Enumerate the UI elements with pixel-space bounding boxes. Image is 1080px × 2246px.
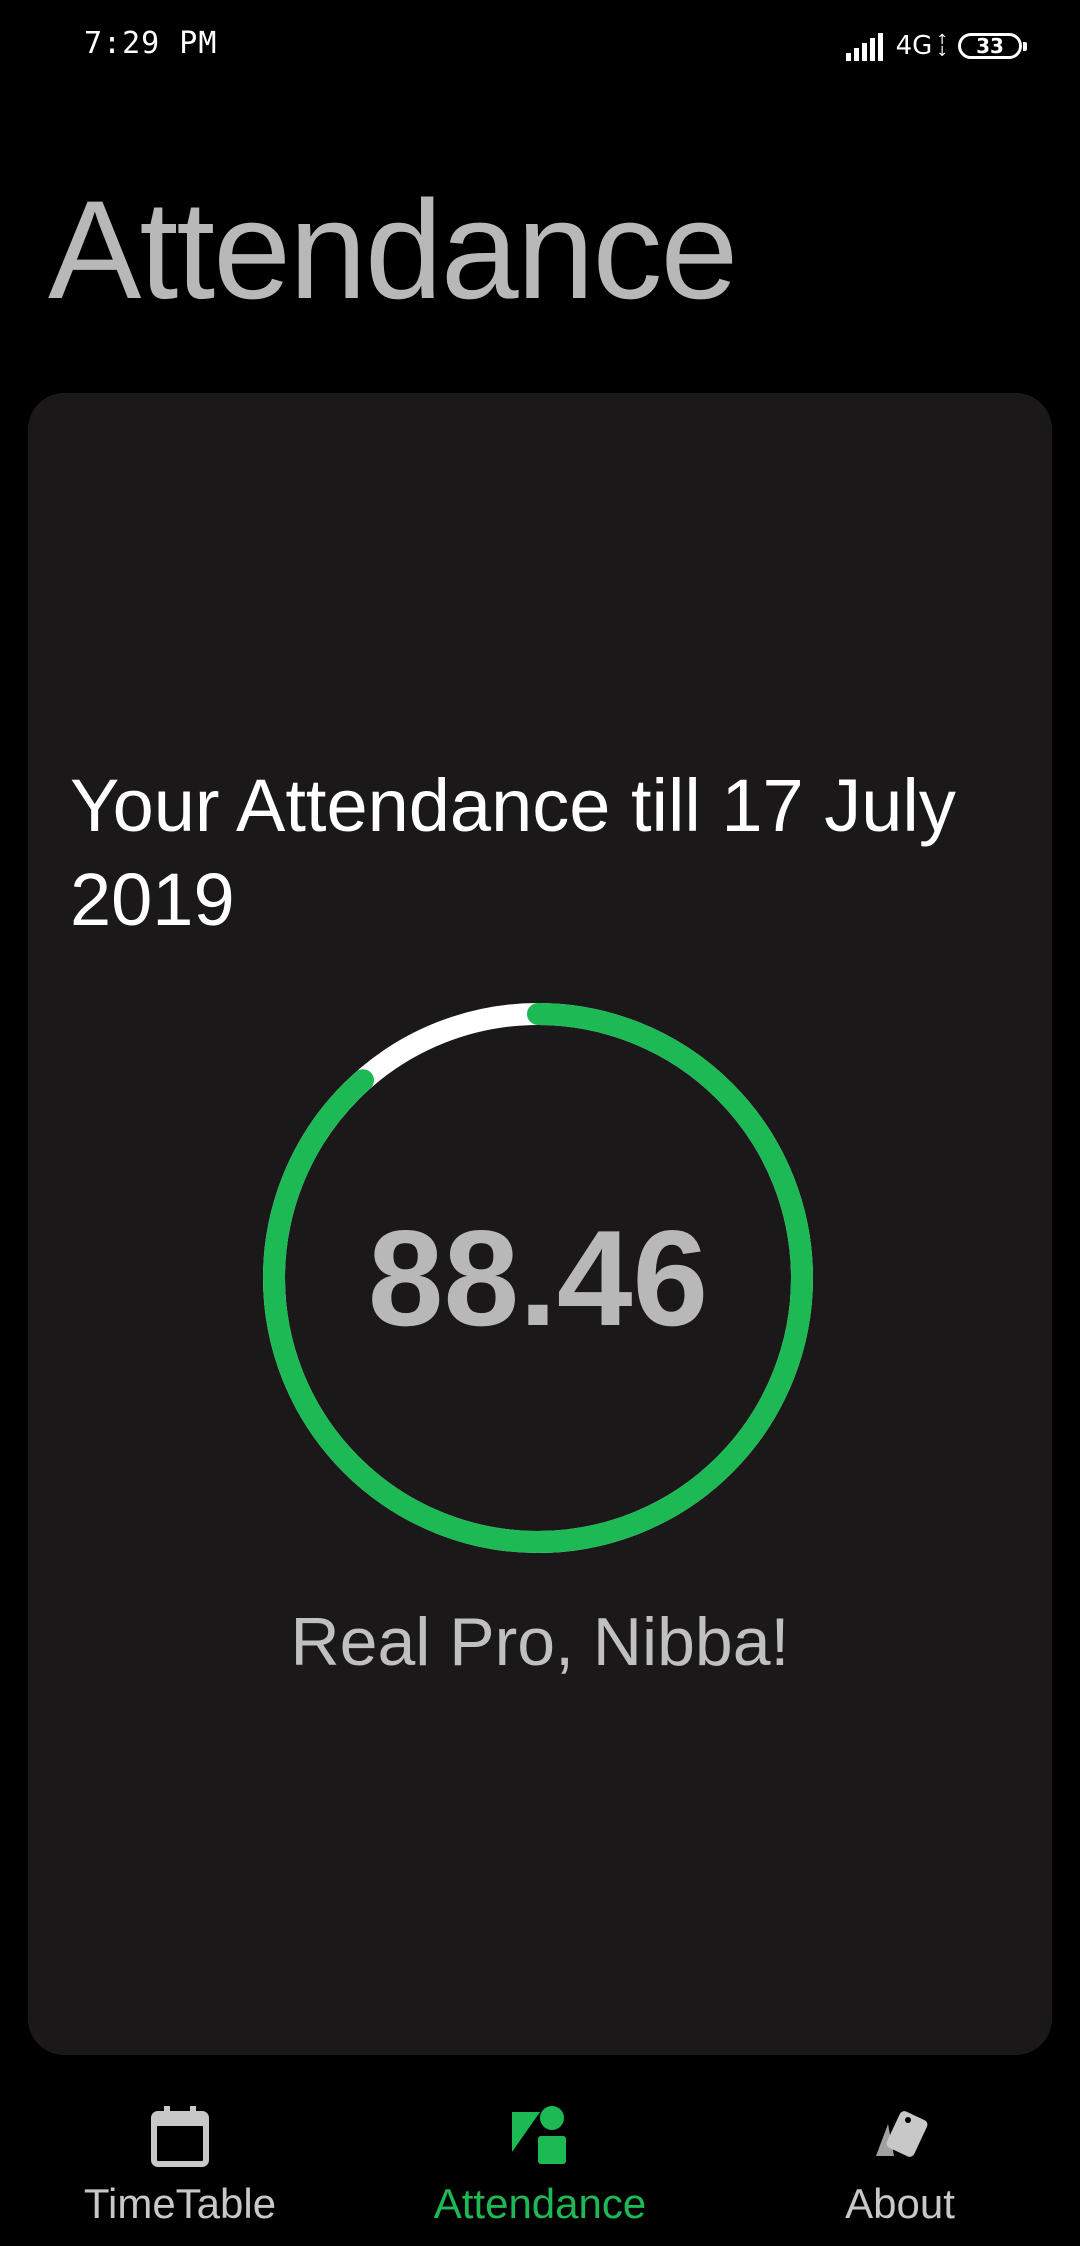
network-type: 4G	[895, 31, 933, 61]
status-icons: 4G ↑ ↓ 33	[845, 28, 1027, 64]
attendance-card: Your Attendance till 17 July 2019 88.46 …	[28, 393, 1052, 2055]
nav-label-about: About	[845, 2180, 955, 2227]
attendance-remark: Real Pro, Nibba!	[290, 1604, 790, 1680]
calendar-icon	[151, 2106, 209, 2167]
shapes-icon	[512, 2106, 566, 2164]
nav-item-attendance[interactable]: Attendance	[360, 2080, 720, 2246]
nav-label-attendance: Attendance	[433, 2180, 647, 2227]
data-activity-icon: ↑ ↓	[936, 32, 948, 60]
status-bar: 7:29 PM 4G ↑ ↓ 33	[0, 0, 1080, 92]
bottom-navigation: TimeTable Attendance About	[0, 2080, 1080, 2246]
cards-icon	[876, 2111, 928, 2157]
signal-icon	[845, 31, 886, 61]
page-title: Attendance	[48, 171, 738, 328]
battery-level: 33	[976, 34, 1004, 58]
nav-item-timetable[interactable]: TimeTable	[0, 2080, 360, 2246]
attendance-percentage: 88.46	[367, 1202, 709, 1354]
attendance-heading: Your Attendance till 17 July 2019	[70, 764, 956, 941]
attendance-progress-ring: 88.46	[263, 1003, 813, 1553]
status-time: 7:29 PM	[84, 26, 218, 61]
nav-item-about[interactable]: About	[720, 2080, 1080, 2246]
battery-icon: 33	[958, 33, 1027, 59]
nav-label-timetable: TimeTable	[83, 2180, 277, 2227]
